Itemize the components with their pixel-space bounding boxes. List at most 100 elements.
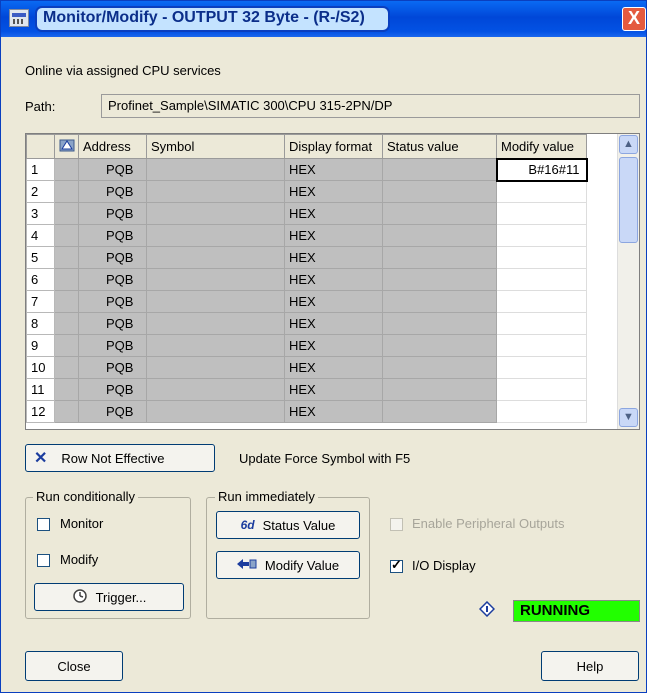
- status-value-cell[interactable]: [382, 290, 497, 313]
- status-value-button[interactable]: 6d Status Value: [216, 511, 360, 539]
- header-status-value[interactable]: Status value: [382, 134, 497, 159]
- header-symbol[interactable]: Symbol: [146, 134, 285, 159]
- status-value-cell[interactable]: [382, 268, 497, 291]
- table-row[interactable]: 11 PQB10 HEX: [26, 378, 619, 401]
- title-bar[interactable]: Monitor/Modify - OUTPUT 32 Byte - (R-/S2…: [1, 1, 646, 37]
- address-cell[interactable]: PQB11: [78, 400, 147, 423]
- symbol-cell[interactable]: [146, 378, 285, 401]
- header-cursor-icon[interactable]: [54, 134, 79, 159]
- row-not-effective-button[interactable]: ✕ Row Not Effective: [25, 444, 215, 472]
- row-number[interactable]: 9: [26, 334, 55, 357]
- status-value-cell[interactable]: [382, 356, 497, 379]
- modify-value-cell[interactable]: [496, 290, 587, 313]
- row-number[interactable]: 11: [26, 378, 55, 401]
- trigger-button[interactable]: Trigger...: [34, 583, 184, 611]
- display-format-cell[interactable]: HEX: [284, 378, 383, 401]
- scroll-up-icon[interactable]: ▲: [619, 135, 638, 154]
- address-cell[interactable]: PQB3: [78, 224, 147, 247]
- row-number[interactable]: 7: [26, 290, 55, 313]
- address-cell[interactable]: PQB7: [78, 312, 147, 335]
- address-cell[interactable]: PQB8: [78, 334, 147, 357]
- table-row[interactable]: 9 PQB8 HEX: [26, 334, 619, 357]
- display-format-cell[interactable]: HEX: [284, 224, 383, 247]
- display-format-cell[interactable]: HEX: [284, 202, 383, 225]
- symbol-cell[interactable]: [146, 268, 285, 291]
- display-format-cell[interactable]: HEX: [284, 268, 383, 291]
- symbol-cell[interactable]: [146, 202, 285, 225]
- table-row[interactable]: 4 PQB3 HEX: [26, 224, 619, 247]
- scroll-thumb[interactable]: [619, 157, 638, 243]
- modify-value-cell[interactable]: [496, 202, 587, 225]
- display-format-cell[interactable]: HEX: [284, 246, 383, 269]
- modify-value-cell[interactable]: [496, 268, 587, 291]
- table-vertical-scrollbar[interactable]: ▲ ▼: [617, 134, 639, 429]
- row-number[interactable]: 10: [26, 356, 55, 379]
- modify-value-cell[interactable]: [496, 334, 587, 357]
- status-value-cell[interactable]: [382, 158, 497, 181]
- display-format-cell[interactable]: HEX: [284, 356, 383, 379]
- symbol-cell[interactable]: [146, 224, 285, 247]
- help-button[interactable]: Help: [541, 651, 639, 681]
- table-row[interactable]: 10 PQB9 HEX: [26, 356, 619, 379]
- status-value-cell[interactable]: [382, 378, 497, 401]
- scroll-down-icon[interactable]: ▼: [619, 408, 638, 427]
- address-cell[interactable]: PQB5: [78, 268, 147, 291]
- monitor-checkbox[interactable]: [37, 518, 50, 531]
- modify-value-cell[interactable]: [496, 400, 587, 423]
- display-format-cell[interactable]: HEX: [284, 290, 383, 313]
- address-cell[interactable]: PQB10: [78, 378, 147, 401]
- table-row[interactable]: 2 PQB1 HEX: [26, 180, 619, 203]
- modify-value-cell[interactable]: [496, 312, 587, 335]
- display-format-cell[interactable]: HEX: [284, 180, 383, 203]
- row-number[interactable]: 2: [26, 180, 55, 203]
- header-modify-value[interactable]: Modify value: [496, 134, 587, 159]
- enable-peripheral-outputs-checkbox[interactable]: [390, 518, 403, 531]
- row-number[interactable]: 5: [26, 246, 55, 269]
- table-row[interactable]: 6 PQB5 HEX: [26, 268, 619, 291]
- address-cell[interactable]: PQB2: [78, 202, 147, 225]
- display-format-cell[interactable]: HEX: [284, 158, 383, 181]
- symbol-cell[interactable]: [146, 290, 285, 313]
- symbol-cell[interactable]: [146, 356, 285, 379]
- symbol-cell[interactable]: [146, 312, 285, 335]
- row-number[interactable]: 8: [26, 312, 55, 335]
- symbol-cell[interactable]: [146, 158, 285, 181]
- row-number[interactable]: 12: [26, 400, 55, 423]
- status-value-cell[interactable]: [382, 202, 497, 225]
- row-number[interactable]: 3: [26, 202, 55, 225]
- display-format-cell[interactable]: HEX: [284, 334, 383, 357]
- symbol-cell[interactable]: [146, 180, 285, 203]
- row-number[interactable]: 4: [26, 224, 55, 247]
- display-format-cell[interactable]: HEX: [284, 312, 383, 335]
- address-cell[interactable]: PQB0: [78, 158, 147, 181]
- status-value-cell[interactable]: [382, 180, 497, 203]
- status-value-cell[interactable]: [382, 334, 497, 357]
- modify-value-cell[interactable]: [496, 224, 587, 247]
- table-row[interactable]: 12 PQB11 HEX: [26, 400, 619, 423]
- status-value-cell[interactable]: [382, 246, 497, 269]
- close-button[interactable]: Close: [25, 651, 123, 681]
- modify-value-cell[interactable]: [496, 246, 587, 269]
- status-value-cell[interactable]: [382, 400, 497, 423]
- table-row[interactable]: 3 PQB2 HEX: [26, 202, 619, 225]
- modify-value-cell[interactable]: [496, 180, 587, 203]
- table-row[interactable]: 5 PQB4 HEX: [26, 246, 619, 269]
- address-cell[interactable]: PQB6: [78, 290, 147, 313]
- modify-value-cell[interactable]: [496, 356, 587, 379]
- status-value-cell[interactable]: [382, 224, 497, 247]
- io-display-checkbox[interactable]: [390, 557, 403, 573]
- status-value-cell[interactable]: [382, 312, 497, 335]
- close-icon[interactable]: X: [622, 7, 646, 31]
- modify-value-cell[interactable]: B#16#11: [495, 157, 588, 182]
- modify-checkbox[interactable]: [37, 554, 50, 567]
- modify-value-cell[interactable]: [496, 378, 587, 401]
- display-format-cell[interactable]: HEX: [284, 400, 383, 423]
- address-cell[interactable]: PQB1: [78, 180, 147, 203]
- symbol-cell[interactable]: [146, 334, 285, 357]
- row-number[interactable]: 1: [26, 158, 55, 181]
- address-cell[interactable]: PQB4: [78, 246, 147, 269]
- address-cell[interactable]: PQB9: [78, 356, 147, 379]
- symbol-cell[interactable]: [146, 400, 285, 423]
- table-row[interactable]: 7 PQB6 HEX: [26, 290, 619, 313]
- header-display-format[interactable]: Display format: [284, 134, 383, 159]
